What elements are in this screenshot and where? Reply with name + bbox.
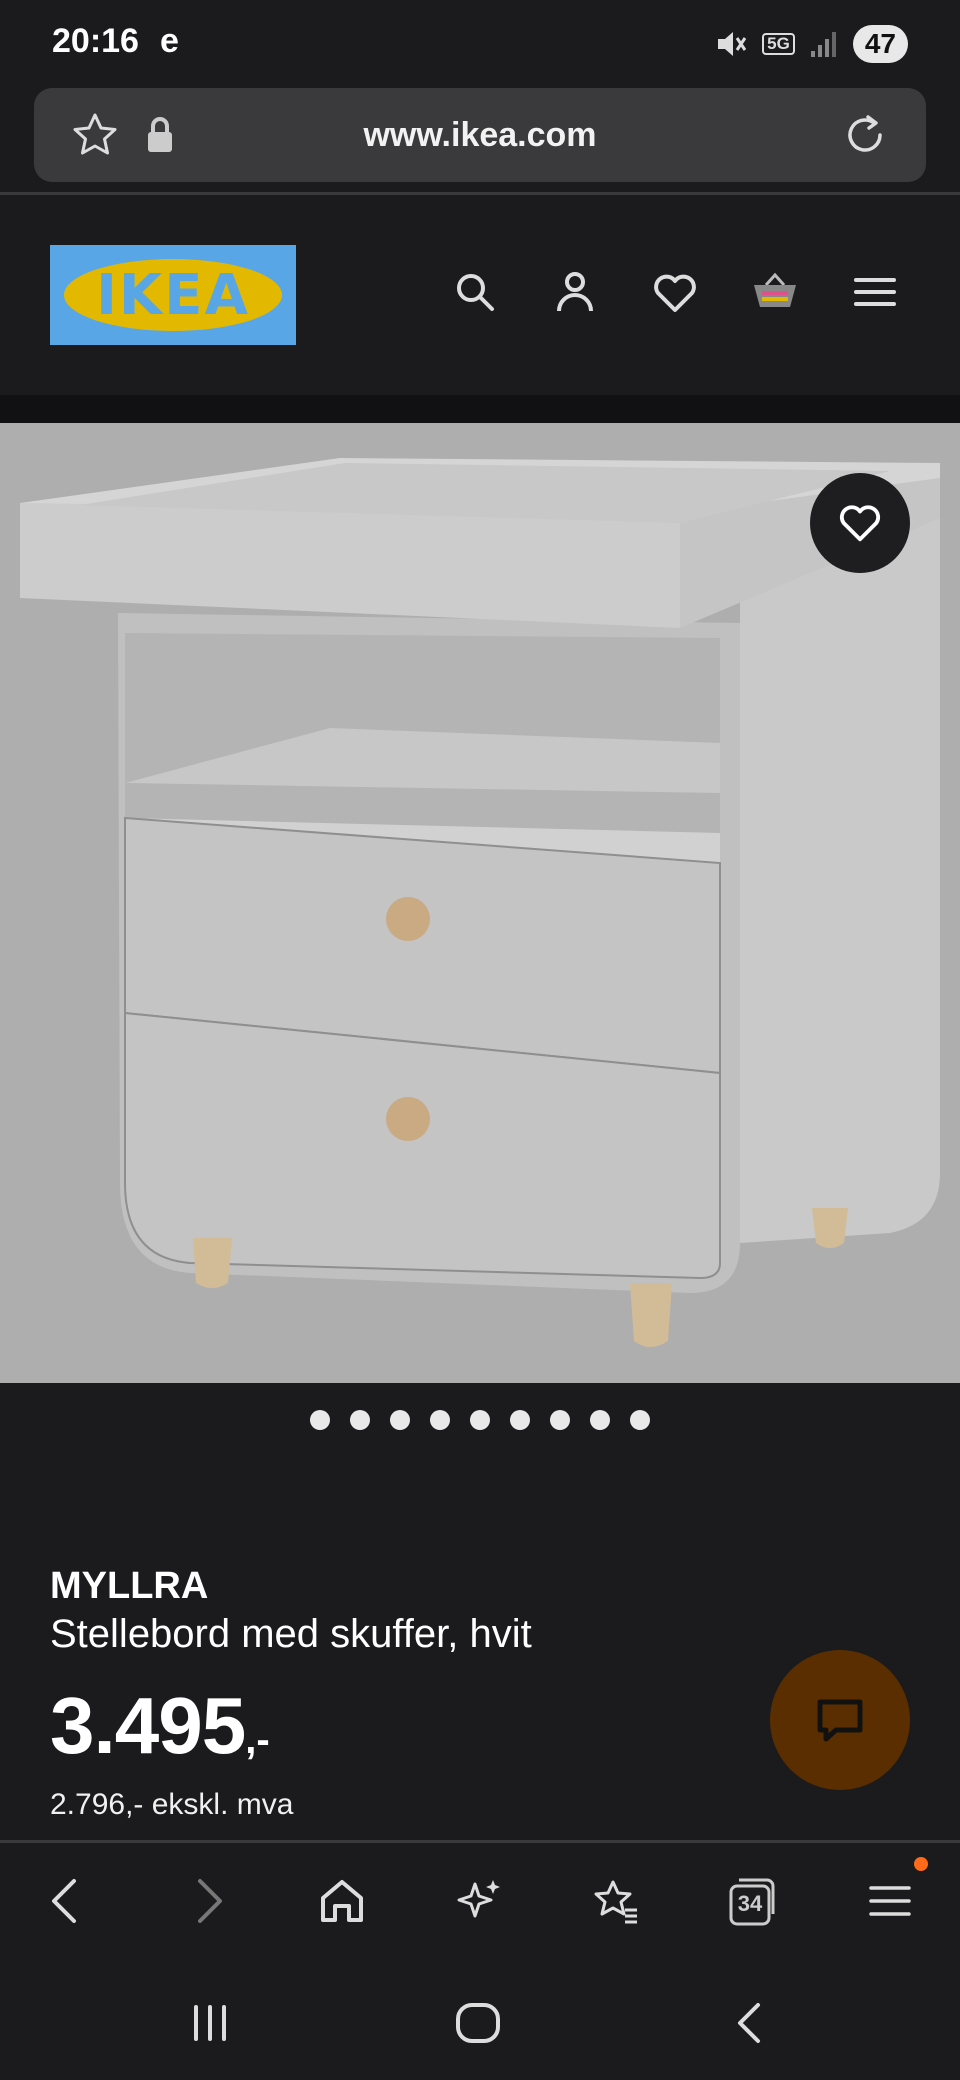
header-spacer	[0, 395, 960, 423]
bookmarks-icon	[594, 1880, 637, 1924]
chat-button[interactable]	[770, 1650, 910, 1790]
basket-icon[interactable]	[750, 267, 800, 317]
network-5g-badge: 5G	[762, 33, 795, 55]
tabs-button[interactable]: 34	[722, 1871, 782, 1931]
ikea-logo[interactable]: IKEA	[50, 245, 296, 345]
reload-icon[interactable]	[840, 110, 890, 160]
pager-dot[interactable]	[430, 1410, 450, 1430]
back-icon	[52, 1879, 76, 1923]
pager-dot[interactable]	[550, 1410, 570, 1430]
chat-icon	[817, 1699, 863, 1742]
bookmarks-button[interactable]	[586, 1871, 646, 1931]
menu-icon[interactable]	[850, 267, 900, 317]
carrier-icon: e	[160, 22, 179, 60]
pager-dot[interactable]	[470, 1410, 490, 1430]
logo-text: IKEA	[96, 263, 250, 328]
system-navigation-bar	[0, 1963, 960, 2080]
status-icons: 5G 47	[714, 24, 908, 64]
product-name: MYLLRA	[50, 1565, 209, 1607]
add-to-favourites-button[interactable]	[810, 473, 910, 573]
product-description: Stellebord med skuffer, hvit	[50, 1612, 532, 1656]
recents-icon[interactable]	[180, 1993, 240, 2053]
url-text[interactable]: www.ikea.com	[34, 116, 926, 155]
back-button[interactable]	[36, 1871, 96, 1931]
product-price: 3.495,-	[50, 1680, 270, 1772]
mute-icon	[718, 32, 747, 56]
browser-toolbar: 34	[0, 1843, 960, 1963]
notification-dot	[914, 1857, 928, 1871]
pager-dot[interactable]	[590, 1410, 610, 1430]
account-icon[interactable]	[550, 267, 600, 317]
status-bar: 20:16 e 5G 47	[0, 0, 960, 86]
assistant-button[interactable]	[448, 1871, 508, 1931]
forward-icon	[198, 1879, 222, 1923]
signal-icon	[810, 32, 836, 57]
product-image[interactable]	[0, 423, 960, 1383]
pager-dot[interactable]	[310, 1410, 330, 1430]
pager-dot[interactable]	[510, 1410, 530, 1430]
changing-table-illustration	[20, 458, 940, 1347]
home-button[interactable]	[312, 1871, 372, 1931]
browser-menu-button[interactable]	[860, 1857, 928, 1931]
pager-dot[interactable]	[630, 1410, 650, 1430]
back-icon[interactable]	[720, 1993, 780, 2053]
image-pager[interactable]	[0, 1410, 960, 1430]
price-amount: 3.495	[50, 1681, 246, 1770]
wishlist-heart-icon[interactable]	[650, 267, 700, 317]
pager-dot[interactable]	[390, 1410, 410, 1430]
home-icon	[321, 1880, 363, 1922]
price-excl-vat: 2.796,- ekskl. mva	[50, 1788, 294, 1821]
heart-icon	[839, 505, 881, 542]
forward-button[interactable]	[178, 1871, 238, 1931]
url-bar[interactable]: www.ikea.com	[34, 88, 926, 182]
tabs-count: 34	[737, 1891, 763, 1916]
battery-badge: 47	[852, 25, 908, 63]
site-header: IKEA	[0, 195, 960, 395]
pager-dot[interactable]	[350, 1410, 370, 1430]
search-icon[interactable]	[450, 267, 500, 317]
header-icons	[450, 267, 900, 317]
sparkle-icon	[457, 1880, 500, 1918]
price-suffix: ,-	[245, 1718, 270, 1762]
status-time: 20:16	[52, 22, 139, 60]
home-icon[interactable]	[448, 1993, 508, 2053]
menu-icon	[869, 1886, 911, 1916]
